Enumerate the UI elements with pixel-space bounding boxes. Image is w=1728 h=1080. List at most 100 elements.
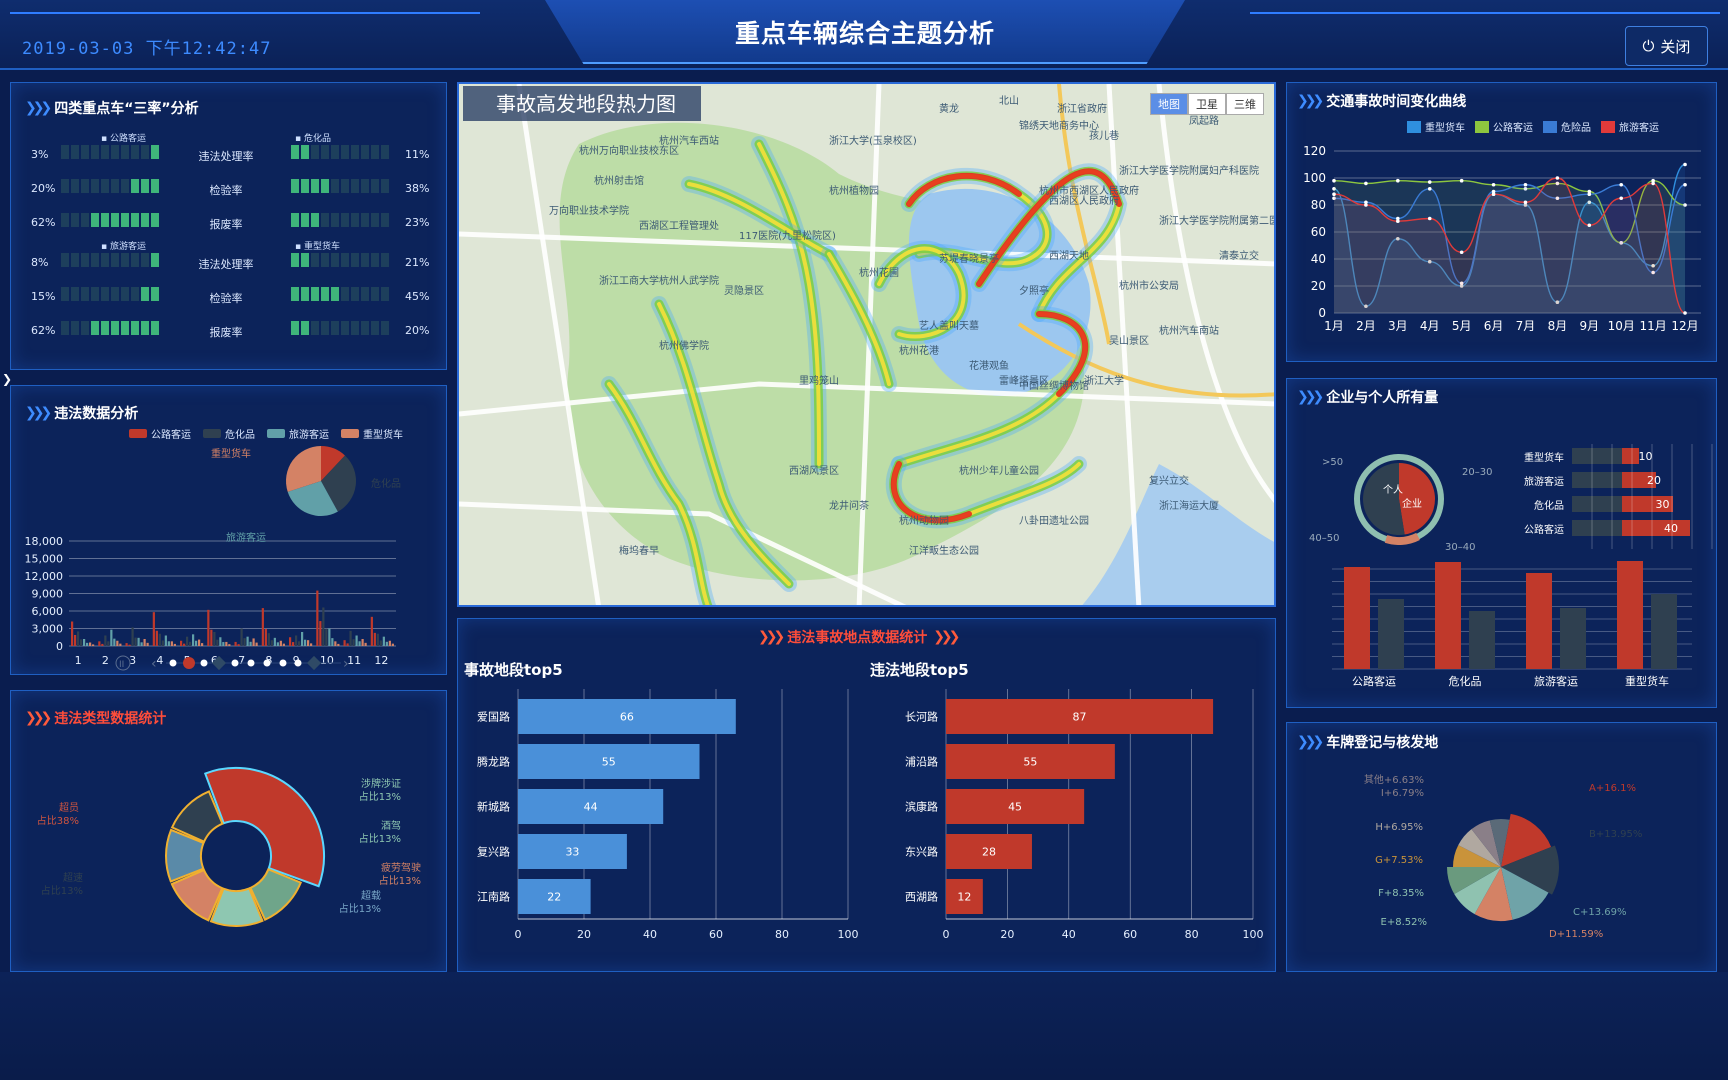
rate-cell (151, 287, 159, 301)
donut-label: 超员 (59, 801, 79, 814)
map-place-label: 浙江海运大厦 (1159, 499, 1219, 512)
rate-cell (381, 321, 389, 335)
bar-公路客运 (319, 621, 322, 646)
legend-item: 危化品 (203, 426, 255, 441)
rate-cell (331, 179, 339, 193)
group-left-name: ▪ 旅游客运 (101, 242, 146, 252)
donut-label: >50 (1322, 457, 1343, 468)
timeline-dot (279, 659, 287, 667)
bar-危化品 (298, 641, 301, 646)
bar-重型货车 (119, 643, 122, 646)
series-point (1683, 182, 1687, 187)
group-right-name: ▪ 危化品 (295, 134, 331, 144)
map-place-label: 万向职业技术学院 (549, 204, 629, 217)
bar-危化品 (158, 633, 161, 646)
x-tick-label: 8月 (1548, 319, 1568, 333)
legend-swatch (267, 429, 285, 438)
bar-旅游客运 (113, 638, 116, 646)
x-tick-label: 4月 (1420, 319, 1440, 333)
spot-stats-title-text: 违法事故地点数据统计 (787, 630, 928, 646)
bar-危化品 (213, 632, 216, 646)
bar-旅游客运 (385, 641, 388, 646)
series-point (1683, 162, 1687, 167)
x-tick-label: 7月 (1516, 319, 1536, 333)
donut-share: 占比13% (379, 874, 421, 887)
bar-重型货车 (225, 641, 228, 646)
map-place-label: 灵隐景区 (724, 285, 764, 297)
series-point (1491, 192, 1496, 196)
bar-重型货车 (282, 643, 285, 646)
y-tick-label: 20 (1311, 279, 1326, 293)
bar-旅游客运 (273, 637, 276, 646)
y-tick-label: 6,000 (32, 605, 64, 618)
x-tick-label: 3月 (1388, 319, 1408, 333)
spot-stats-charts: 0 20 40 60 80 100 爱国路 66 腾龙路 55 新城路 44 复兴路 33 江南路 22 0 20… (477, 689, 1264, 941)
violation-analysis-chart: 18,00015,00012,0009,0006,0003,0000123456… (25, 446, 401, 672)
rate-cell (121, 287, 129, 301)
rate-cell (141, 287, 149, 301)
legend-item: 公路客运 (1475, 119, 1533, 134)
map-place-label: 杭州万向职业技校东区 (579, 144, 679, 157)
bottom-background (0, 972, 1728, 1080)
legend-label: 危险品 (1561, 123, 1591, 134)
violation-top5-title: 违法地段top5 (870, 661, 969, 679)
group-left-name: ▪ 公路客运 (101, 134, 146, 144)
close-button[interactable]: ⏻ 关闭 (1625, 26, 1708, 66)
rate-cell (291, 145, 299, 159)
rate-cell (131, 213, 139, 227)
y-tick-label: 18,000 (25, 535, 64, 548)
map-place-label: 西湖天地 (1049, 249, 1089, 262)
bar-重型货车 (361, 639, 364, 646)
map-type-3d[interactable]: 三维 (1226, 93, 1264, 115)
map-canvas[interactable]: 黄龙北山浙江省政府杭州汽车西站 浙江大学(玉泉校区)杭州植物园杭州万向职业技校东区… (459, 84, 1276, 607)
expand-arrow-icon[interactable]: ❯ (2, 372, 12, 386)
bar-危化品 (243, 638, 246, 646)
map-place-label: 杭州汽车南站 (1159, 324, 1219, 337)
bar-公路客运 (152, 612, 155, 646)
pie-label: 其他+6.63% (1364, 773, 1424, 786)
rate-cell (341, 253, 349, 267)
x-tick-label: 9月 (1579, 319, 1599, 333)
rate-cell (61, 179, 69, 193)
timeline-dot (169, 659, 177, 667)
violation-analysis-title-text: 违法数据分析 (54, 406, 139, 422)
rate-cell (151, 145, 159, 159)
map-place-label: 凤起路 (1189, 114, 1219, 127)
bar-重型货车 (364, 642, 367, 646)
bar-旅游客运 (167, 641, 170, 646)
bar-危化品 (161, 640, 164, 646)
bar-公路客运 (346, 643, 349, 646)
pie-label: F+8.35% (1378, 888, 1424, 899)
map-type-satellite[interactable]: 卫星 (1188, 93, 1226, 115)
donut-share: 占比13% (359, 832, 401, 845)
bar-旅游客运 (301, 632, 304, 646)
rate-cell (361, 253, 369, 267)
right-rate-value: 23% (405, 216, 430, 229)
category-label: 复兴路 (477, 845, 510, 859)
donut-label: 企业 (1402, 497, 1422, 510)
rate-cell (341, 321, 349, 335)
bar-危化品 (131, 627, 134, 646)
bar-危化品 (240, 628, 243, 646)
chevron-right-icon: ❯❯❯ (758, 629, 785, 645)
pie-label: A+16.1% (1589, 783, 1636, 794)
rate-cell (301, 213, 309, 227)
bar-公路客运 (180, 640, 183, 646)
series-point (1523, 182, 1528, 187)
map-place-label: 杭州少年儿童公园 (959, 464, 1039, 477)
category-label: 江南路 (477, 891, 510, 904)
bar-旅游客运 (328, 628, 331, 646)
rate-cell (111, 179, 119, 193)
map-place-label: 杭州射击馆 (594, 174, 644, 187)
rate-cell (151, 179, 159, 193)
y-tick-label: 60 (1311, 225, 1326, 239)
right-rate-value: 38% (405, 182, 430, 195)
bar-旅游客运 (140, 642, 143, 646)
rate-cell (91, 179, 99, 193)
bar-旅游客运 (331, 638, 334, 646)
heatmap-map[interactable]: 黄龙 北山 浙江省政府 杭州汽车西站 浙江大学(玉泉校区) 杭州植物园 杭州万向职业技校东区… (457, 82, 1276, 607)
vbar-personal (1560, 608, 1586, 669)
hbar-personal (1572, 448, 1622, 464)
donut-slice (203, 767, 325, 888)
map-type-normal[interactable]: 地图 (1150, 93, 1188, 115)
